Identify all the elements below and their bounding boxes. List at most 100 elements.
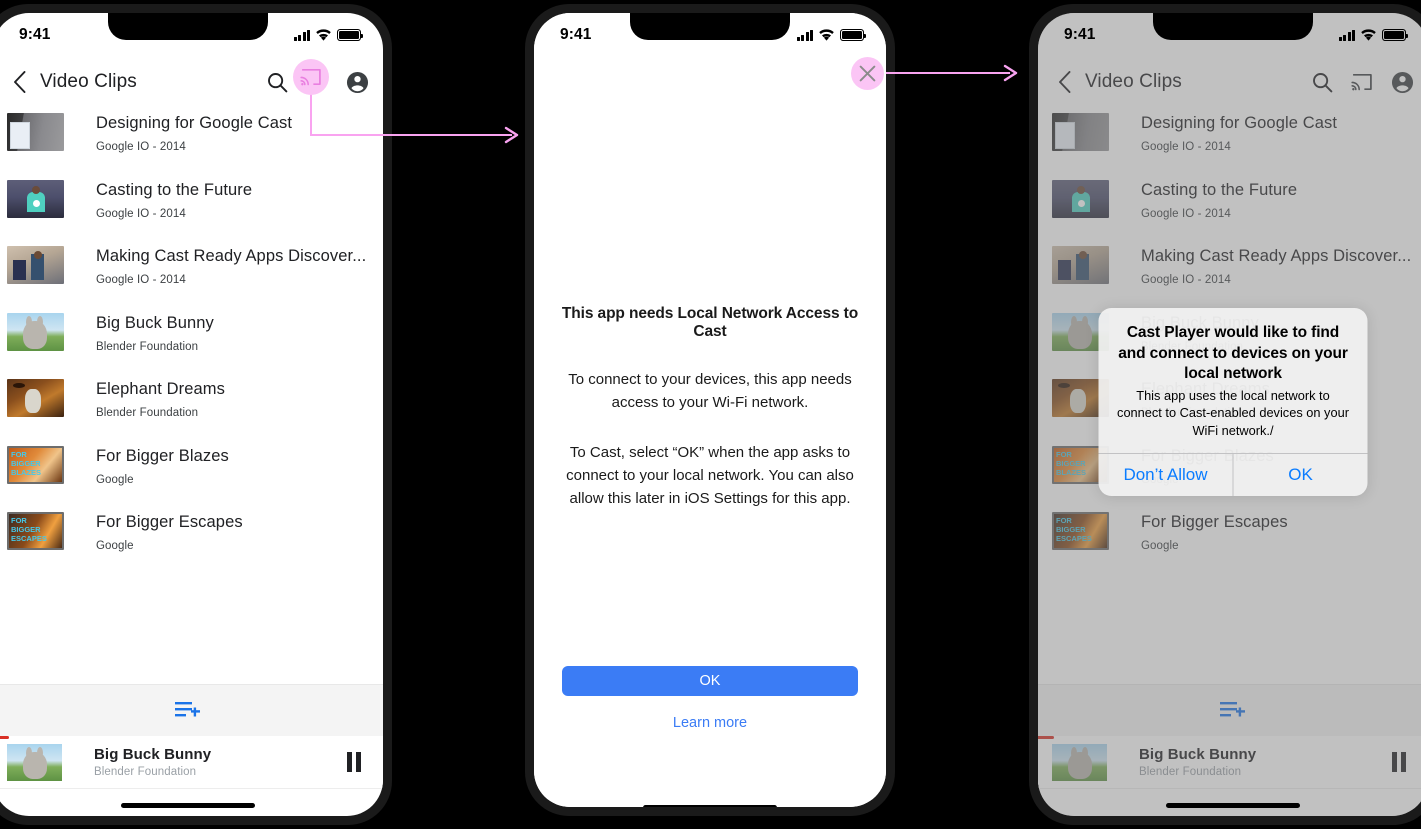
account-icon[interactable] (346, 71, 369, 94)
phone-left: 9:41 Video Clips Designing for Google Ca… (0, 4, 392, 825)
list-item-text: Elephant Dreams Blender Foundation (96, 379, 225, 419)
mini-player-title: Big Buck Bunny (1139, 746, 1257, 763)
mini-player-subtitle: Blender Foundation (1139, 766, 1242, 778)
list-item-title: Making Cast Ready Apps Discover... (1141, 247, 1412, 265)
list-item-text: Casting to the Future Google IO - 2014 (96, 180, 252, 220)
mini-player-thumbnail (7, 743, 62, 781)
phone-right: 9:41 Video Clips Designing for Google Ca… (1029, 4, 1421, 825)
permission-actions: OK Learn more (562, 666, 858, 732)
account-icon[interactable] (1391, 71, 1414, 94)
video-thumbnail (7, 113, 64, 151)
list-item[interactable]: FOR BIGGER ESCAPES For Bigger Escapes Goog… (0, 506, 383, 573)
ios-alert-message: This app uses the local network to conne… (1117, 387, 1349, 438)
phone-center: 9:41 This app needs Local Network Access… (525, 4, 895, 816)
battery-full-icon (337, 29, 364, 41)
app-bar: Video Clips (1038, 57, 1421, 107)
back-arrow-icon[interactable] (13, 71, 26, 93)
mini-player[interactable]: Big Buck Bunny Blender Foundation (0, 736, 383, 789)
list-item-title: For Bigger Escapes (1141, 513, 1288, 531)
search-icon[interactable] (267, 72, 288, 93)
list-item-subtitle: Blender Foundation (96, 407, 199, 419)
list-item[interactable]: Big Buck Bunny Blender Foundation (0, 307, 383, 374)
cellular-bars-icon (293, 29, 310, 41)
list-item-subtitle: Google (1141, 540, 1179, 552)
list-item-title: Designing for Google Cast (96, 114, 293, 132)
list-item-text: For Bigger Blazes Google (96, 446, 229, 486)
list-item-subtitle: Google IO - 2014 (96, 141, 186, 153)
permission-heading: This app needs Local Network Access to C… (561, 305, 859, 340)
pause-icon[interactable] (1392, 752, 1406, 772)
status-icons (1338, 29, 1409, 41)
video-thumbnail: FOR BIGGER ESCAPES (1052, 512, 1109, 550)
ios-alert-title: Cast Player would like to find and conne… (1118, 324, 1348, 382)
search-icon[interactable] (1312, 72, 1333, 93)
queue-bar[interactable] (1038, 684, 1421, 736)
list-item[interactable]: Casting to the Future Google IO - 2014 (1038, 174, 1421, 241)
mini-player-text: Big Buck Bunny Blender Foundation (94, 746, 347, 778)
mini-player[interactable]: Big Buck Bunny Blender Foundation (1038, 736, 1421, 789)
list-item-text: Designing for Google Cast Google IO - 20… (96, 113, 292, 153)
dont-allow-button[interactable]: Don’t Allow (1099, 454, 1233, 496)
status-time: 9:41 (1064, 26, 1096, 43)
list-item-title: Designing for Google Cast (1141, 114, 1338, 132)
mini-player-thumbnail (1052, 743, 1107, 781)
learn-more-link[interactable]: Learn more (673, 715, 747, 731)
local-network-permission-screen: This app needs Local Network Access to C… (534, 13, 886, 807)
video-thumbnail (7, 179, 64, 218)
list-item[interactable]: FOR BIGGER ESCAPES For Bigger Escapes Goog… (1038, 506, 1421, 573)
video-thumbnail (1052, 179, 1109, 218)
status-time: 9:41 (560, 26, 592, 43)
home-indicator (121, 803, 255, 808)
list-item-subtitle: Google (96, 473, 134, 486)
cast-icon[interactable] (1351, 72, 1373, 92)
wifi-icon (1361, 29, 1376, 41)
list-item-title: Casting to the Future (96, 180, 253, 199)
list-item-text: Designing for Google Cast Google IO - 20… (1141, 113, 1337, 153)
list-item[interactable]: Making Cast Ready Apps Discover... Googl… (0, 240, 383, 307)
cast-icon[interactable] (300, 67, 322, 87)
list-item-text: Big Buck Bunny Blender Foundation (96, 313, 214, 353)
status-icons (796, 29, 867, 41)
list-item[interactable]: Making Cast Ready Apps Discover... Googl… (1038, 240, 1421, 307)
video-thumbnail (1052, 113, 1109, 151)
close-button-highlight[interactable] (851, 57, 884, 90)
phone-left-screen: 9:41 Video Clips Designing for Google Ca… (0, 13, 383, 816)
status-icons (293, 29, 364, 41)
video-thumbnail (1052, 246, 1109, 284)
list-item[interactable]: FORBIGGERBLAZES For Bigger Blazes Google (0, 440, 383, 507)
cellular-bars-icon (1338, 29, 1355, 41)
home-indicator (643, 805, 777, 807)
phone-center-screen: 9:41 This app needs Local Network Access… (534, 13, 886, 807)
video-thumbnail: FOR BIGGER ESCAPES (7, 512, 64, 550)
playback-progress-bar (0, 736, 9, 739)
ios-alert-body: Cast Player would like to find and conne… (1099, 308, 1368, 453)
notch (108, 13, 268, 40)
cast-button-highlight[interactable] (293, 59, 329, 95)
list-item-subtitle: Google IO - 2014 (96, 274, 186, 286)
back-arrow-icon[interactable] (1058, 71, 1071, 93)
wifi-icon (819, 29, 834, 41)
list-item-subtitle: Google IO - 2014 (1141, 274, 1231, 286)
add-to-queue-icon[interactable] (1220, 701, 1246, 721)
mini-player-subtitle: Blender Foundation (94, 766, 197, 778)
list-item[interactable]: Elephant Dreams Blender Foundation (0, 373, 383, 440)
list-item-title: Casting to the Future (1141, 180, 1298, 199)
list-item[interactable]: Designing for Google Cast Google IO - 20… (1038, 107, 1421, 174)
page-title: Video Clips (1085, 71, 1182, 92)
pause-icon[interactable] (347, 752, 361, 772)
list-item-title: For Bigger Escapes (96, 513, 243, 531)
close-icon[interactable] (859, 65, 876, 82)
battery-full-icon (840, 29, 867, 41)
add-to-queue-icon[interactable] (175, 701, 201, 721)
wifi-icon (316, 29, 331, 41)
mini-player-text: Big Buck Bunny Blender Foundation (1139, 746, 1392, 778)
queue-bar[interactable] (0, 684, 383, 736)
list-item-text: For Bigger Escapes Google (96, 512, 243, 552)
ok-button[interactable]: OK (562, 666, 858, 696)
list-item-subtitle: Google IO - 2014 (1141, 207, 1231, 220)
list-item[interactable]: Casting to the Future Google IO - 2014 (0, 174, 383, 241)
status-time: 9:41 (19, 26, 51, 43)
allow-ok-button[interactable]: OK (1232, 454, 1368, 496)
list-item[interactable]: Designing for Google Cast Google IO - 20… (0, 107, 383, 174)
video-thumbnail: FOR BIGGER BLAZES (7, 445, 64, 484)
